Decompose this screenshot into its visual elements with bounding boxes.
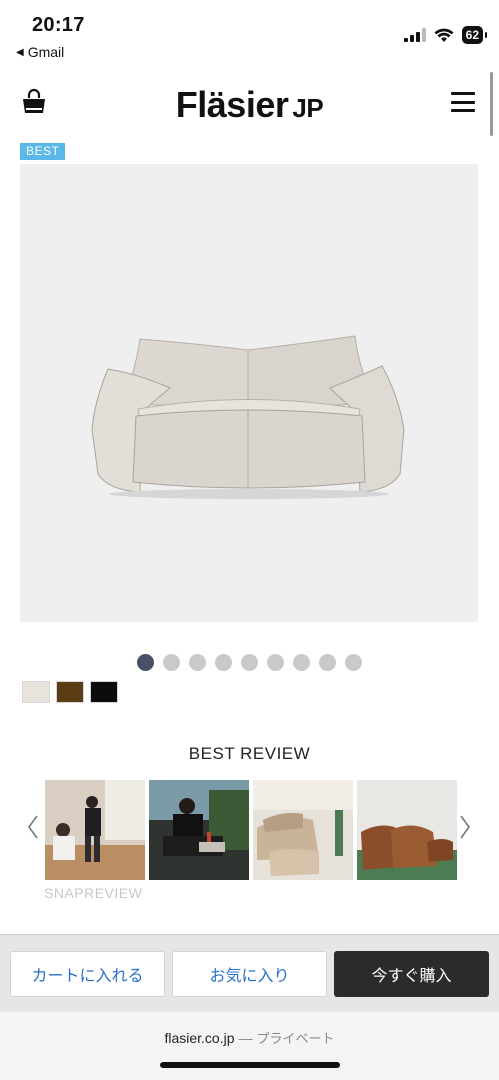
pager-dot[interactable] — [293, 654, 310, 671]
image-pager — [0, 654, 499, 671]
product-image-sofa[interactable] — [20, 164, 478, 622]
chevron-left-icon[interactable] — [26, 812, 40, 842]
purchase-action-bar: カートに入れる お気に入り 今すぐ購入 — [0, 934, 499, 1012]
swatch-ivory[interactable] — [22, 681, 50, 703]
swatch-brown[interactable] — [56, 681, 84, 703]
logo-suffix: JP — [292, 93, 324, 123]
scrollbar[interactable] — [490, 72, 493, 136]
review-carousel — [45, 780, 457, 880]
hamburger-menu-icon[interactable] — [451, 92, 475, 112]
review-thumbnail[interactable] — [357, 780, 457, 880]
logo-text: Fläsier — [175, 84, 289, 125]
back-to-app-link[interactable]: ◀ Gmail — [16, 44, 64, 60]
sofa-illustration — [91, 335, 405, 499]
review-thumbnail[interactable] — [149, 780, 249, 880]
pager-dot[interactable] — [215, 654, 232, 671]
url-domain: flasier.co.jp — [164, 1030, 235, 1046]
pager-dot[interactable] — [189, 654, 206, 671]
pager-dot[interactable] — [241, 654, 258, 671]
review-section-title: BEST REVIEW — [188, 744, 311, 763]
url-display[interactable]: flasier.co.jp — プライベート — [0, 1028, 499, 1047]
signal-icon — [403, 28, 426, 42]
pager-dot[interactable] — [137, 654, 154, 671]
back-app-label: Gmail — [27, 44, 65, 60]
brand-logo[interactable]: Fläsier JP — [0, 84, 499, 126]
pager-dot[interactable] — [163, 654, 180, 671]
pager-dot[interactable] — [345, 654, 362, 671]
pager-dot[interactable] — [319, 654, 336, 671]
swatch-black[interactable] — [90, 681, 118, 703]
wifi-icon — [434, 28, 454, 42]
url-separator: — — [238, 1030, 253, 1046]
site-header: Fläsier JP — [0, 78, 499, 134]
review-thumbnail[interactable] — [253, 780, 353, 880]
color-swatches — [22, 681, 118, 703]
private-mode-label: プライベート — [256, 1032, 335, 1047]
status-time: 20:17 — [32, 14, 85, 36]
favorite-button[interactable]: お気に入り — [172, 951, 327, 997]
browser-address-bar[interactable]: flasier.co.jp — プライベート — [0, 1012, 499, 1080]
home-indicator[interactable] — [160, 1062, 340, 1068]
best-badge: BEST — [20, 143, 66, 160]
pager-dot[interactable] — [267, 654, 284, 671]
battery-icon: 62 — [461, 26, 488, 44]
snap-review-label: SNAPREVIEW — [44, 885, 143, 901]
buy-now-button[interactable]: 今すぐ購入 — [334, 951, 489, 997]
status-bar: 20:17 ◀ Gmail 62 — [0, 0, 499, 64]
back-triangle-icon: ◀ — [16, 46, 24, 58]
add-to-cart-button[interactable]: カートに入れる — [10, 951, 165, 997]
status-icons: 62 — [403, 26, 488, 44]
chevron-right-icon[interactable] — [458, 812, 472, 842]
review-thumbnail[interactable] — [45, 780, 145, 880]
